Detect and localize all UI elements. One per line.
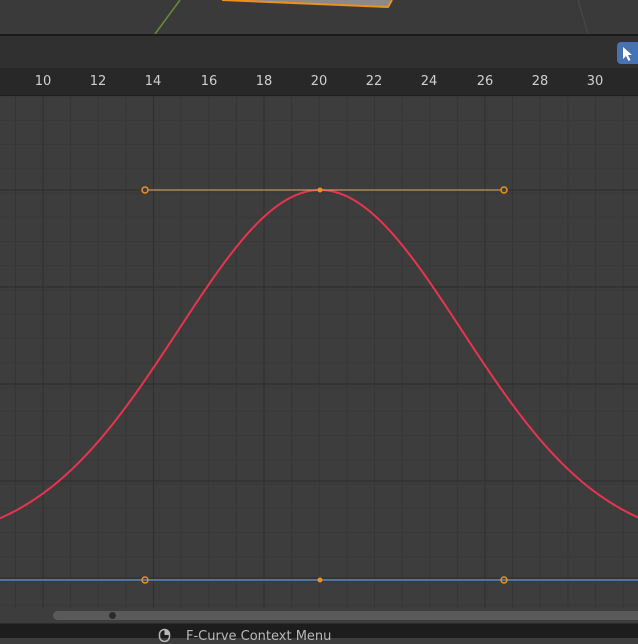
frame-label: 12 (89, 74, 107, 89)
mouse-right-icon (158, 628, 171, 642)
frame-label: 10 (34, 74, 52, 89)
frame-label: 24 (420, 74, 438, 89)
cursor-arrow-icon (623, 47, 632, 61)
3d-viewport-strip[interactable] (0, 0, 638, 34)
frame-label: 26 (476, 74, 494, 89)
viewport-preview (154, 0, 589, 34)
frame-label: 16 (200, 74, 218, 89)
keyframe-point[interactable] (317, 187, 323, 193)
fcurve-keyframe[interactable] (317, 577, 323, 583)
frame-label: 20 (310, 74, 328, 89)
frame-label: 22 (365, 74, 383, 89)
bezier-handle-right[interactable] (500, 186, 508, 194)
frame-ruler[interactable]: 10 12 14 16 18 20 22 24 26 28 30 (0, 68, 638, 96)
frame-label: 30 (586, 74, 604, 89)
bezier-handle-left[interactable] (141, 186, 149, 194)
graph-editor-header (0, 36, 638, 68)
horizontal-scrollbar[interactable] (53, 611, 638, 620)
frame-label: 14 (144, 74, 162, 89)
select-tool-button[interactable] (617, 42, 638, 64)
graph-canvas[interactable] (0, 96, 638, 608)
y-axis-line (154, 0, 181, 34)
grid-line (577, 0, 589, 34)
status-bar: F-Curve Context Menu (0, 623, 638, 644)
grid-minor (0, 96, 638, 608)
frame-label: 28 (531, 74, 549, 89)
scrollbar-handle[interactable] (109, 612, 116, 619)
selected-object (221, 0, 393, 9)
graph-area[interactable] (0, 96, 638, 608)
frame-label: 18 (255, 74, 273, 89)
